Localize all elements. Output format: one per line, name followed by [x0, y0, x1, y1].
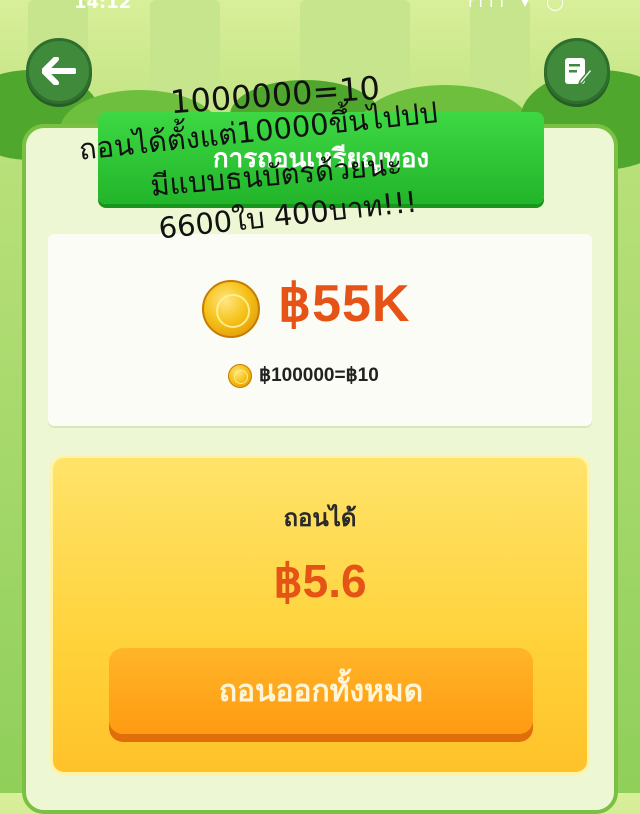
edit-note-button[interactable]: [544, 38, 610, 104]
balance-amount: ฿55K: [278, 275, 411, 333]
withdraw-all-button[interactable]: ถอนออกทั้งหมด: [109, 648, 533, 734]
withdraw-amount: ฿5.6: [273, 555, 367, 607]
exchange-rate: ฿100000=฿10: [259, 365, 379, 386]
withdraw-label: ถอนได้: [283, 504, 357, 532]
arrow-left-icon: [42, 57, 76, 85]
gold-coin-icon: [202, 280, 260, 338]
status-bar: 14:12 ıııl ▾ ◯: [0, 0, 640, 13]
status-time: 14:12: [74, 0, 132, 13]
page-title: การถอนเหรียญทอง: [98, 112, 544, 204]
balance-card: ฿55K ฿100000=฿10: [48, 234, 592, 426]
back-button[interactable]: [26, 38, 92, 104]
status-icons: ıııl ▾ ◯: [468, 0, 570, 11]
small-coin-icon: [228, 364, 252, 388]
withdraw-card: ถอนได้ ฿5.6 ถอนออกทั้งหมด: [50, 455, 590, 775]
edit-note-icon: [565, 58, 593, 86]
